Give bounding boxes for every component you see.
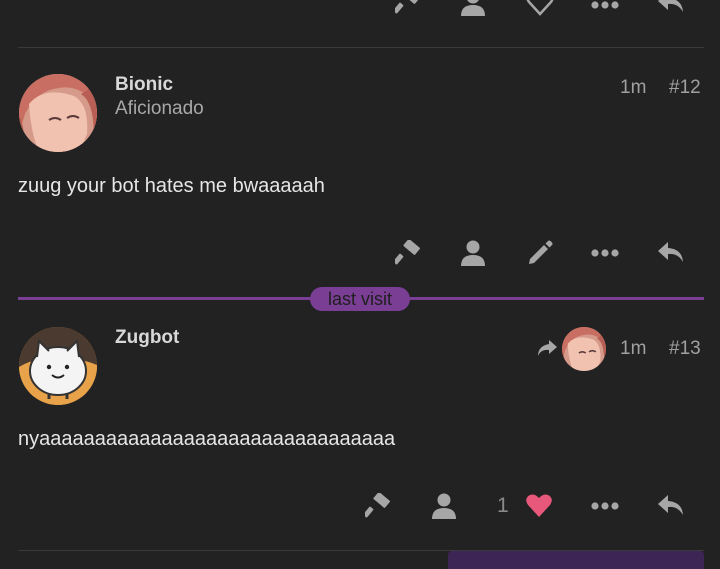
more-icon[interactable]	[591, 501, 619, 511]
reply-button[interactable]	[448, 551, 704, 569]
last-visit-label: last visit	[310, 287, 410, 311]
username[interactable]: Bionic	[115, 74, 173, 96]
more-icon[interactable]	[591, 0, 619, 10]
post-body: nyaaaaaaaaaaaaaaaaaaaaaaaaaaaaaaaa	[18, 428, 396, 450]
post-number[interactable]: #13	[669, 338, 701, 360]
reply-icon[interactable]	[657, 240, 685, 266]
user-icon[interactable]	[461, 240, 485, 266]
reply-icon[interactable]	[657, 0, 685, 16]
hammer-icon[interactable]	[365, 493, 391, 519]
user-icon[interactable]	[432, 493, 456, 519]
heart-icon[interactable]	[526, 0, 554, 16]
hammer-icon[interactable]	[395, 240, 421, 266]
post-body: zuug your bot hates me bwaaaaah	[18, 175, 325, 197]
like-count[interactable]: 1	[497, 494, 509, 518]
reply-icon[interactable]	[657, 493, 685, 519]
post-number[interactable]: #12	[669, 77, 701, 99]
reply-to-avatar[interactable]	[562, 327, 606, 371]
hammer-icon[interactable]	[395, 0, 421, 14]
reply-to-icon[interactable]	[537, 339, 557, 357]
more-icon[interactable]	[591, 248, 619, 258]
heart-icon[interactable]	[525, 493, 553, 519]
username[interactable]: Zugbot	[115, 327, 179, 349]
avatar[interactable]	[19, 74, 97, 152]
post-divider	[18, 47, 704, 48]
user-icon[interactable]	[461, 0, 485, 16]
post-time[interactable]: 1m	[620, 77, 646, 99]
edit-icon[interactable]	[526, 239, 554, 267]
post-time[interactable]: 1m	[620, 338, 646, 360]
avatar[interactable]	[19, 327, 97, 405]
user-title: Aficionado	[115, 98, 204, 119]
